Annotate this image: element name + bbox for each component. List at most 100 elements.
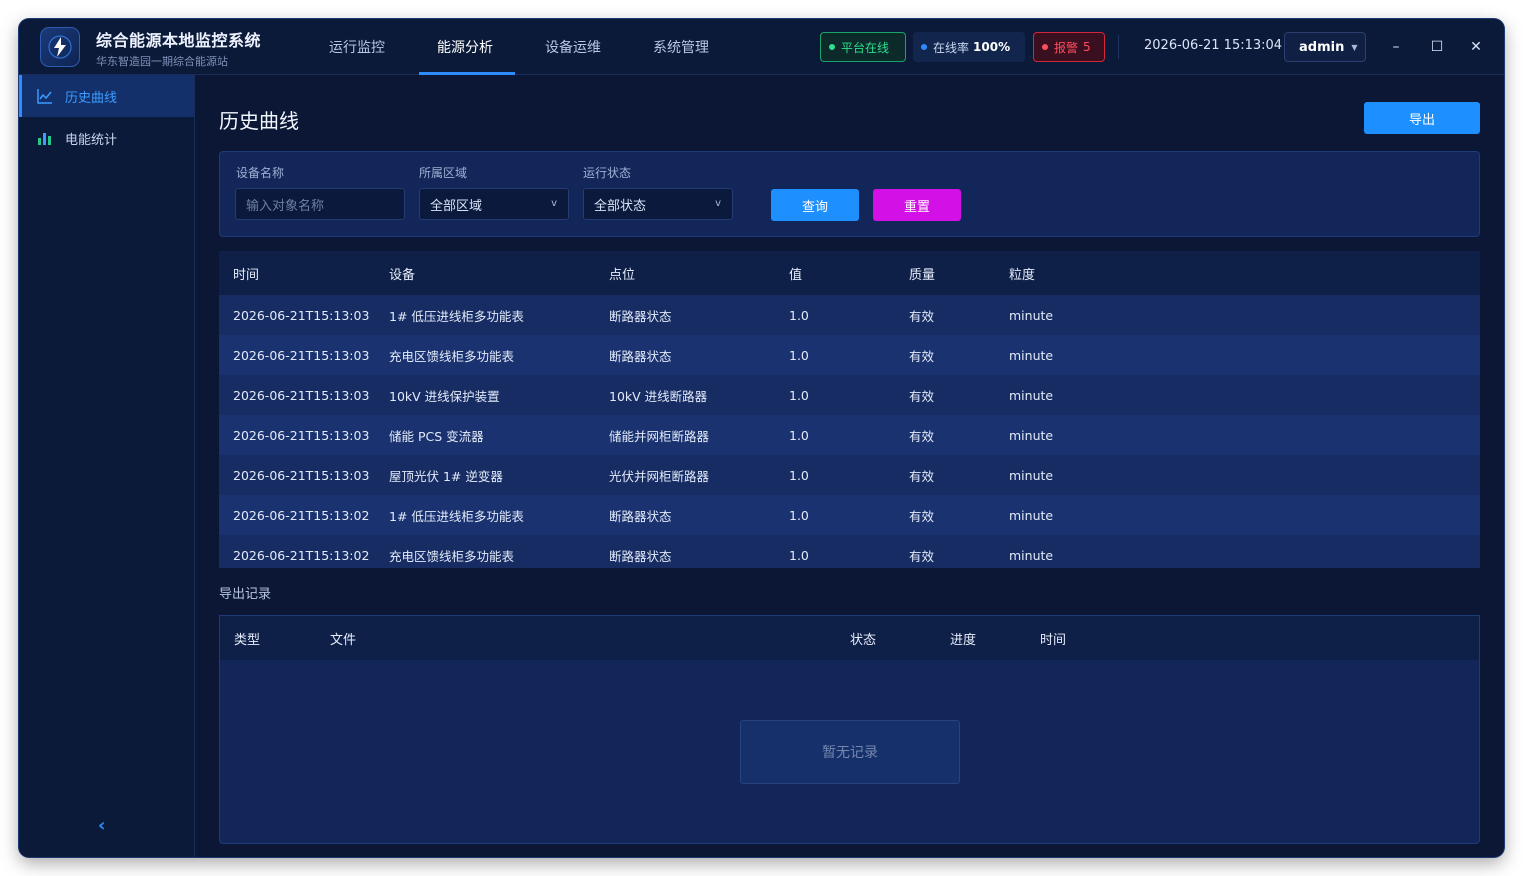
- state-select[interactable]: 全部状态 v: [583, 188, 733, 220]
- chevron-down-icon: v: [551, 198, 557, 209]
- nav-item-energy-analysis[interactable]: 能源分析: [411, 19, 519, 75]
- column-header-device[interactable]: 设备: [389, 264, 609, 283]
- main-nav: 运行监控 能源分析 设备运维 系统管理: [303, 19, 735, 75]
- header-divider: [1118, 35, 1119, 59]
- column-header-granularity[interactable]: 粒度: [1009, 264, 1209, 283]
- platform-online-badge: 平台在线: [820, 32, 906, 62]
- minimize-icon[interactable]: –: [1385, 36, 1407, 58]
- cell-device: 1# 低压进线柜多功能表: [389, 508, 524, 524]
- table-row[interactable]: 2026-06-21T15:13:02 1# 低压进线柜多功能表 断路器状态 1…: [219, 495, 1480, 535]
- caret-down-icon: ▼: [1351, 42, 1358, 52]
- area-select[interactable]: 全部区域 v: [419, 188, 569, 220]
- username: admin: [1299, 39, 1345, 55]
- app-subtitle: 华东智造园一期综合能源站: [96, 55, 228, 68]
- alarm-count: 5: [1083, 40, 1091, 54]
- cell-time: 2026-06-21T15:13:03: [233, 387, 370, 403]
- table-row[interactable]: 2026-06-21T15:13:03 10kV 进线保护装置 10kV 进线断…: [219, 375, 1480, 415]
- cell-granularity: minute: [1009, 547, 1054, 563]
- cell-point: 断路器状态: [609, 348, 672, 364]
- cell-granularity: minute: [1009, 427, 1054, 443]
- maximize-icon[interactable]: ☐: [1426, 36, 1448, 58]
- cell-quality: 有效: [909, 428, 935, 444]
- column-header-progress: 进度: [950, 632, 977, 648]
- app-title: 综合能源本地监控系统: [96, 31, 262, 50]
- sidebar-item-energy-stats[interactable]: 电能统计: [19, 117, 194, 159]
- table-row[interactable]: 2026-06-21T15:13:03 充电区馈线柜多功能表 断路器状态 1.0…: [219, 335, 1480, 375]
- cell-granularity: minute: [1009, 507, 1054, 523]
- cell-granularity: minute: [1009, 467, 1054, 483]
- export-button[interactable]: 导出: [1364, 102, 1480, 134]
- column-header-time[interactable]: 时间: [219, 264, 389, 283]
- cell-value: 1.0: [789, 347, 809, 363]
- state-select-value: 全部状态: [594, 198, 647, 214]
- sidebar-item-history-curve[interactable]: 历史曲线: [19, 75, 194, 117]
- column-header-quality[interactable]: 质量: [909, 264, 1009, 283]
- cell-value: 1.0: [789, 547, 809, 563]
- cell-value: 1.0: [789, 427, 809, 443]
- cell-point: 断路器状态: [609, 508, 672, 524]
- line-chart-icon: [37, 89, 52, 104]
- page-title: 历史曲线: [219, 109, 299, 133]
- cell-granularity: minute: [1009, 307, 1054, 323]
- table-row[interactable]: 2026-06-21T15:13:03 1# 低压进线柜多功能表 断路器状态 1…: [219, 295, 1480, 335]
- history-table: 时间 设备 点位 值 质量 粒度 2026-06-21T15:13:03 1# …: [219, 251, 1480, 568]
- cell-device: 充电区馈线柜多功能表: [389, 348, 515, 364]
- export-records-header: 类型 文件 状态 进度 时间: [220, 616, 1479, 660]
- cell-value: 1.0: [789, 307, 809, 323]
- export-records-table: 类型 文件 状态 进度 时间 暂无记录: [219, 615, 1480, 844]
- reset-button[interactable]: 重置: [873, 189, 961, 221]
- column-header-point[interactable]: 点位: [609, 264, 789, 283]
- filter-panel: 设备名称 输入对象名称 所属区域 全部区域 v 运行状态 全部状态 v 查询 重…: [219, 151, 1480, 237]
- table-row[interactable]: 2026-06-21T15:13:02 充电区馈线柜多功能表 断路器状态 1.0…: [219, 535, 1480, 568]
- cell-time: 2026-06-21T15:13:02: [233, 547, 370, 563]
- export-records-label: 导出记录: [219, 587, 272, 602]
- cell-quality: 有效: [909, 348, 935, 364]
- cell-quality: 有效: [909, 468, 935, 484]
- column-header-value[interactable]: 值: [789, 264, 909, 283]
- cell-quality: 有效: [909, 508, 935, 524]
- alarm-badge[interactable]: 报警 5: [1033, 32, 1105, 62]
- bar-chart-icon: [38, 133, 51, 145]
- app-window: 综合能源本地监控系统 华东智造园一期综合能源站 运行监控 能源分析 设备运维 系…: [19, 19, 1504, 857]
- sidebar: 历史曲线 电能统计 ‹: [19, 75, 195, 857]
- user-menu[interactable]: admin ▼: [1284, 32, 1366, 62]
- online-rate-value: 100%: [973, 40, 1011, 54]
- collapse-sidebar-icon[interactable]: ‹: [98, 815, 105, 836]
- cell-point: 断路器状态: [609, 308, 672, 324]
- column-header-status: 状态: [850, 632, 877, 648]
- alarm-label: 报警: [1054, 40, 1079, 55]
- close-icon[interactable]: ✕: [1465, 36, 1487, 58]
- cell-granularity: minute: [1009, 387, 1054, 403]
- cell-device: 10kV 进线保护装置: [389, 388, 500, 404]
- cell-value: 1.0: [789, 507, 809, 523]
- online-rate-badge: 在线率 100%: [913, 32, 1025, 62]
- device-name-input[interactable]: 输入对象名称: [235, 188, 405, 220]
- nav-item-system-management[interactable]: 系统管理: [627, 19, 735, 75]
- cell-time: 2026-06-21T15:13:03: [233, 427, 370, 443]
- cell-point: 10kV 进线断路器: [609, 388, 708, 404]
- cell-device: 屋顶光伏 1# 逆变器: [389, 468, 503, 484]
- cell-point: 光伏并网柜断路器: [609, 468, 710, 484]
- cell-point: 储能并网柜断路器: [609, 428, 710, 444]
- table-row[interactable]: 2026-06-21T15:13:03 储能 PCS 变流器 储能并网柜断路器 …: [219, 415, 1480, 455]
- table-header: 时间 设备 点位 值 质量 粒度: [219, 251, 1480, 295]
- device-name-label: 设备名称: [236, 166, 285, 180]
- query-button[interactable]: 查询: [771, 189, 859, 221]
- nav-item-monitoring[interactable]: 运行监控: [303, 19, 411, 75]
- cell-point: 断路器状态: [609, 548, 672, 564]
- cell-time: 2026-06-21T15:13:03: [233, 467, 370, 483]
- nav-item-device-maintenance[interactable]: 设备运维: [519, 19, 627, 75]
- cell-quality: 有效: [909, 548, 935, 564]
- status-dot-icon: [921, 44, 927, 50]
- table-row[interactable]: 2026-06-21T15:13:03 屋顶光伏 1# 逆变器 光伏并网柜断路器…: [219, 455, 1480, 495]
- cell-quality: 有效: [909, 308, 935, 324]
- cell-time: 2026-06-21T15:13:02: [233, 507, 370, 523]
- sidebar-item-label: 历史曲线: [65, 90, 118, 106]
- cell-granularity: minute: [1009, 347, 1054, 363]
- top-header: 综合能源本地监控系统 华东智造园一期综合能源站 运行监控 能源分析 设备运维 系…: [19, 19, 1504, 75]
- empty-state: 暂无记录: [740, 720, 960, 784]
- cell-value: 1.0: [789, 467, 809, 483]
- area-select-value: 全部区域: [430, 198, 483, 214]
- cell-value: 1.0: [789, 387, 809, 403]
- state-label: 运行状态: [583, 166, 632, 180]
